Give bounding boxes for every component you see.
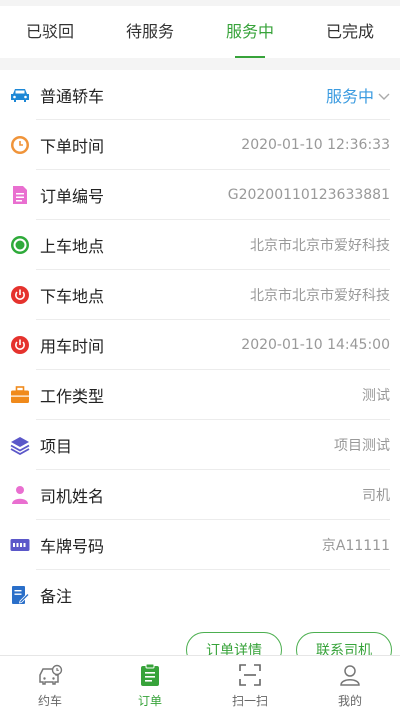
row-value: 司机 bbox=[362, 488, 390, 504]
row-value: 北京市北京市爱好科技 bbox=[250, 238, 390, 254]
car-clock-icon bbox=[37, 662, 63, 688]
row-value: 北京市北京市爱好科技 bbox=[250, 288, 390, 304]
row-label: 车牌号码 bbox=[40, 537, 105, 556]
tab-rejected[interactable]: 已驳回 bbox=[20, 6, 80, 58]
tab-in-service[interactable]: 服务中 bbox=[220, 6, 280, 58]
row-value: 2020-01-10 12:36:33 bbox=[241, 137, 390, 153]
scan-icon bbox=[237, 662, 263, 688]
row-remarks[interactable]: 备注 bbox=[0, 570, 400, 620]
nav-label: 我的 bbox=[337, 694, 362, 708]
status-tabs: 已驳回 待服务 服务中 已完成 bbox=[0, 6, 400, 58]
row-value: 京A11111 bbox=[321, 538, 390, 554]
row-label: 项目 bbox=[40, 437, 73, 456]
person-icon bbox=[10, 485, 30, 505]
row-vehicle-type[interactable]: 普通轿车 服务中 bbox=[0, 70, 400, 120]
power-icon bbox=[10, 285, 30, 305]
row-label: 用车时间 bbox=[40, 337, 105, 356]
row-value: G20200110123633881 bbox=[227, 187, 390, 203]
clock-icon bbox=[10, 135, 30, 155]
document-icon bbox=[10, 185, 30, 205]
row-use-time: 用车时间 2020-01-10 14:45:00 bbox=[0, 320, 400, 370]
row-work-type: 工作类型 测试 bbox=[0, 370, 400, 420]
row-value: 项目测试 bbox=[334, 438, 390, 454]
row-label: 工作类型 bbox=[40, 387, 105, 406]
row-project: 项目 项目测试 bbox=[0, 420, 400, 470]
row-dropoff-location: 下车地点 北京市北京市爱好科技 bbox=[0, 270, 400, 320]
row-pickup-location: 上车地点 北京市北京市爱好科技 bbox=[0, 220, 400, 270]
status-value: 服务中 bbox=[325, 87, 374, 106]
row-label: 司机姓名 bbox=[40, 487, 105, 506]
order-actions: 订单详情 联系司机 bbox=[0, 620, 400, 668]
tab-completed[interactable]: 已完成 bbox=[320, 6, 380, 58]
nav-label: 扫一扫 bbox=[231, 694, 268, 708]
license-plate-icon bbox=[10, 535, 30, 555]
chevron-down-icon bbox=[378, 86, 390, 105]
pickup-dot-icon bbox=[10, 235, 30, 255]
row-order-number: 订单编号 G20200110123633881 bbox=[0, 170, 400, 220]
row-label: 上车地点 bbox=[40, 237, 105, 256]
nav-profile[interactable]: 我的 bbox=[300, 656, 400, 711]
nav-label: 订单 bbox=[137, 694, 162, 708]
service-status-selector[interactable]: 服务中 bbox=[326, 83, 390, 107]
layers-icon bbox=[10, 435, 30, 455]
row-label: 下车地点 bbox=[40, 287, 105, 306]
row-order-time: 下单时间 2020-01-10 12:36:33 bbox=[0, 120, 400, 170]
edit-note-icon bbox=[10, 585, 30, 605]
clipboard-icon bbox=[137, 662, 163, 688]
power-icon bbox=[10, 335, 30, 355]
row-label: 订单编号 bbox=[40, 187, 105, 206]
row-label: 普通轿车 bbox=[40, 87, 105, 106]
row-driver-name: 司机姓名 司机 bbox=[0, 470, 400, 520]
row-label: 备注 bbox=[40, 587, 73, 606]
nav-label: 约车 bbox=[37, 694, 62, 708]
row-value: 2020-01-10 14:45:00 bbox=[241, 337, 390, 353]
row-license-plate: 车牌号码 京A11111 bbox=[0, 520, 400, 570]
bottom-nav: 约车 订单 扫一扫 我的 bbox=[0, 655, 400, 711]
nav-orders[interactable]: 订单 bbox=[100, 656, 200, 711]
row-label: 下单时间 bbox=[40, 137, 105, 156]
tab-pending[interactable]: 待服务 bbox=[120, 6, 180, 58]
order-info-list: 普通轿车 服务中 下单时间 2020-01-10 12:36:33 订单编号 G… bbox=[0, 70, 400, 620]
car-icon bbox=[10, 85, 30, 105]
nav-book-ride[interactable]: 约车 bbox=[0, 656, 100, 711]
briefcase-icon bbox=[10, 385, 30, 405]
row-value: 测试 bbox=[362, 388, 390, 404]
user-icon bbox=[337, 662, 363, 688]
nav-scan[interactable]: 扫一扫 bbox=[200, 656, 300, 711]
